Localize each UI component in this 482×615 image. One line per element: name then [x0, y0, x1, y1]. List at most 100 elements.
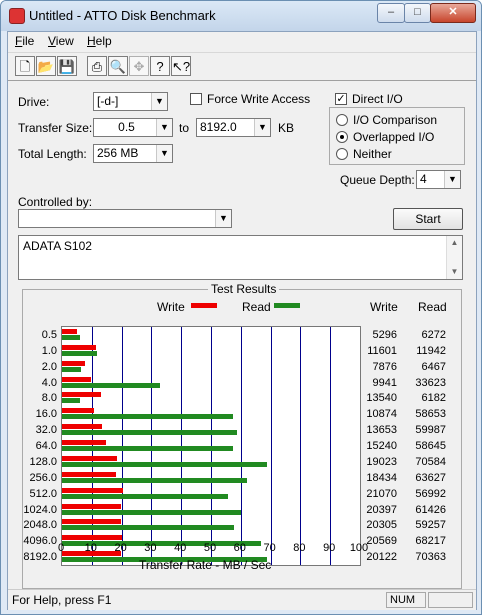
transfer-size-from-select[interactable]: 0.5 ▼	[93, 118, 173, 137]
move-icon: ✥	[129, 56, 149, 76]
read-value: 70363	[415, 551, 446, 564]
queue-depth-value: 4	[420, 172, 427, 186]
read-bar	[62, 446, 233, 452]
legend-read-swatch	[274, 303, 300, 308]
menu-bar: File View Help	[8, 32, 476, 51]
y-tick-label: 8.0	[41, 392, 57, 405]
write-bar	[62, 424, 102, 430]
transfer-size-to-select[interactable]: 8192.0 ▼	[196, 118, 271, 137]
write-value: 10874	[366, 408, 397, 421]
read-value: 61426	[415, 503, 446, 516]
chevron-down-icon: ▼	[215, 210, 231, 227]
read-value: 59257	[415, 519, 446, 532]
write-bar	[62, 535, 122, 541]
x-tick-label: 30	[144, 542, 157, 554]
legend-write-label: Write	[157, 300, 185, 314]
new-icon[interactable]: 🗋	[15, 56, 35, 76]
context-help-icon[interactable]: ↖?	[171, 56, 191, 76]
print-preview-icon[interactable]: 🔍	[108, 56, 128, 76]
menu-help[interactable]: Help	[87, 34, 112, 48]
neither-radio[interactable]	[336, 148, 348, 160]
close-button[interactable]: ✕	[430, 3, 476, 23]
transfer-size-from-value: 0.5	[118, 120, 135, 134]
open-icon[interactable]: 📂	[36, 56, 56, 76]
write-bar	[62, 360, 85, 366]
y-tick-label: 32.0	[35, 424, 57, 437]
controlled-by-label: Controlled by:	[18, 195, 93, 209]
queue-depth-select[interactable]: 4 ▼	[416, 170, 461, 189]
menu-view[interactable]: View	[48, 34, 74, 48]
grid-line	[330, 327, 331, 565]
write-bar	[62, 344, 96, 350]
read-bar	[62, 461, 268, 467]
save-icon[interactable]: 💾	[57, 56, 77, 76]
read-value: 58645	[415, 440, 446, 453]
num-lock-indicator: NUM	[386, 592, 426, 608]
write-bar	[62, 471, 116, 477]
scroll-up-icon[interactable]: ▲	[447, 236, 462, 250]
write-value: 11601	[367, 344, 397, 357]
grid-line	[300, 327, 301, 565]
x-tick-label: 50	[203, 542, 217, 554]
y-tick-label: 0.5	[41, 329, 57, 341]
x-tick-label: 80	[293, 542, 306, 554]
y-tick-label: 16.0	[35, 408, 57, 421]
chevron-down-icon: ▼	[151, 93, 167, 110]
controlled-by-select[interactable]: ▼	[18, 209, 232, 228]
status-bar: For Help, press F1 NUM	[8, 589, 476, 610]
description-textarea[interactable]: ADATA S102 ▲ ▼	[18, 235, 463, 280]
app-icon	[9, 8, 25, 24]
drive-select[interactable]: [-d-] ▼	[93, 92, 168, 111]
drive-label: Drive:	[18, 95, 50, 109]
write-bar	[62, 408, 94, 414]
transfer-size-to-value: 8192.0	[200, 120, 237, 134]
read-bar	[62, 509, 241, 515]
print-icon[interactable]: ⎙	[87, 56, 107, 76]
write-value: 5296	[372, 329, 397, 341]
direct-io-checkbox[interactable]: ✓	[335, 93, 347, 105]
y-tick-label: 1.0	[41, 344, 57, 357]
scroll-down-icon[interactable]: ▼	[447, 265, 462, 279]
menu-file[interactable]: File	[15, 34, 34, 48]
overlapped-io-radio[interactable]	[336, 131, 348, 143]
read-value: 59987	[415, 424, 446, 437]
kb-label: KB	[278, 121, 295, 135]
read-bar	[62, 493, 228, 499]
window-title: Untitled - ATTO Disk Benchmark	[29, 8, 216, 23]
write-value: 20305	[366, 519, 397, 532]
total-length-label: Total Length:	[18, 147, 87, 161]
total-length-select[interactable]: 256 MB ▼	[93, 144, 173, 163]
to-label: to	[179, 121, 190, 135]
chevron-down-icon: ▼	[254, 119, 270, 136]
io-comparison-radio[interactable]	[336, 114, 348, 126]
write-value: 9941	[372, 376, 397, 389]
force-write-checkbox[interactable]	[190, 93, 202, 105]
client-area: File View Help 🗋 📂 💾 ⎙ 🔍 ✥ ? ↖? Drive: […	[7, 31, 477, 610]
write-value: 7876	[372, 360, 397, 373]
x-tick-label: 90	[323, 542, 336, 554]
maximize-button[interactable]: □	[404, 3, 431, 23]
description-text: ADATA S102	[23, 239, 92, 253]
grid-line	[241, 327, 242, 565]
read-bar	[62, 335, 81, 340]
description-scrollbar[interactable]: ▲ ▼	[446, 236, 462, 279]
write-bar	[62, 519, 122, 525]
read-bar	[62, 366, 81, 372]
read-bar	[62, 477, 248, 483]
read-value: 6182	[421, 392, 446, 405]
y-tick-label: 64.0	[35, 440, 57, 453]
write-bar	[62, 440, 107, 446]
read-value: 11942	[416, 344, 446, 357]
minimize-button[interactable]: –	[377, 3, 405, 23]
start-button[interactable]: Start	[393, 208, 463, 230]
help-icon[interactable]: ?	[150, 56, 170, 76]
read-bar	[62, 414, 233, 420]
read-column-header: Read	[418, 300, 447, 314]
title-bar[interactable]: Untitled - ATTO Disk Benchmark – □ ✕	[1, 1, 481, 31]
read-bar	[62, 525, 235, 531]
queue-depth-label: Queue Depth:	[340, 173, 415, 187]
x-tick-label: 70	[263, 542, 276, 554]
read-value: 33623	[415, 376, 446, 389]
chevron-down-icon: ▼	[156, 145, 172, 162]
x-tick-label: 40	[174, 542, 187, 554]
